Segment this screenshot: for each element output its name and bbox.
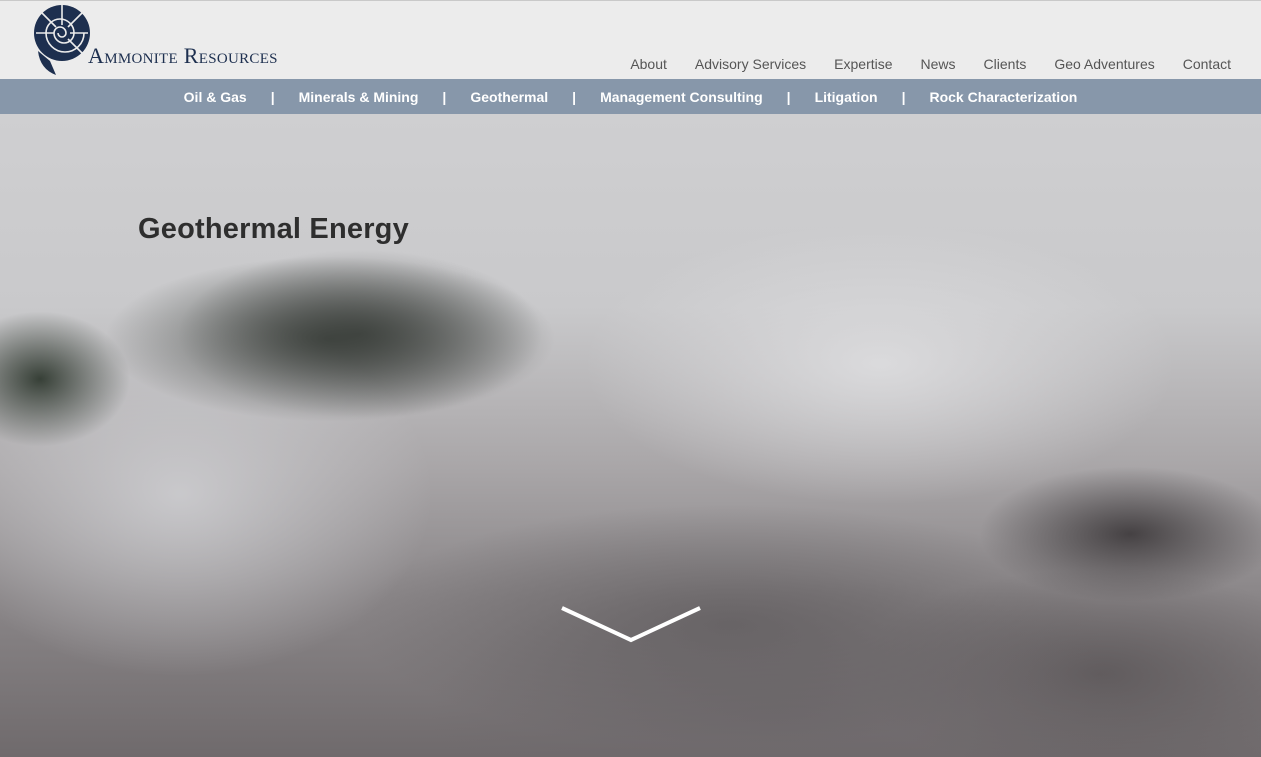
separator: | — [270, 88, 275, 105]
nav-contact[interactable]: Contact — [1169, 55, 1231, 73]
hero-rock — [170, 464, 1261, 757]
sector-nav: Oil & Gas | Minerals & Mining | Geotherm… — [0, 79, 1261, 114]
site-header: Ammonite Resources About Advisory Servic… — [0, 0, 1261, 79]
nav-about[interactable]: About — [616, 55, 681, 73]
brand-name[interactable]: Ammonite Resources — [88, 43, 278, 69]
sector-oil-gas[interactable]: Oil & Gas — [184, 89, 247, 105]
top-nav: About Advisory Services Expertise News C… — [616, 55, 1231, 73]
sector-litigation[interactable]: Litigation — [815, 89, 878, 105]
sector-rock-characterization[interactable]: Rock Characterization — [929, 89, 1077, 105]
separator: | — [442, 88, 447, 105]
nav-expertise[interactable]: Expertise — [820, 55, 906, 73]
nav-advisory-services[interactable]: Advisory Services — [681, 55, 820, 73]
sector-minerals-mining[interactable]: Minerals & Mining — [299, 89, 419, 105]
ammonite-shell-icon[interactable] — [30, 3, 90, 75]
nav-clients[interactable]: Clients — [970, 55, 1041, 73]
separator: | — [901, 88, 906, 105]
chevron-down-icon[interactable] — [560, 604, 702, 644]
separator: | — [786, 88, 791, 105]
hero-trees — [0, 219, 590, 449]
brand-word-1: Ammonite — [88, 43, 178, 68]
sector-management-consulting[interactable]: Management Consulting — [600, 89, 763, 105]
nav-geo-adventures[interactable]: Geo Adventures — [1040, 55, 1168, 73]
separator: | — [572, 88, 577, 105]
nav-news[interactable]: News — [907, 55, 970, 73]
hero-image: Geothermal Energy — [0, 114, 1261, 757]
brand-word-2: Resources — [183, 43, 278, 68]
page-title: Geothermal Energy — [138, 213, 409, 246]
sector-geothermal[interactable]: Geothermal — [470, 89, 548, 105]
